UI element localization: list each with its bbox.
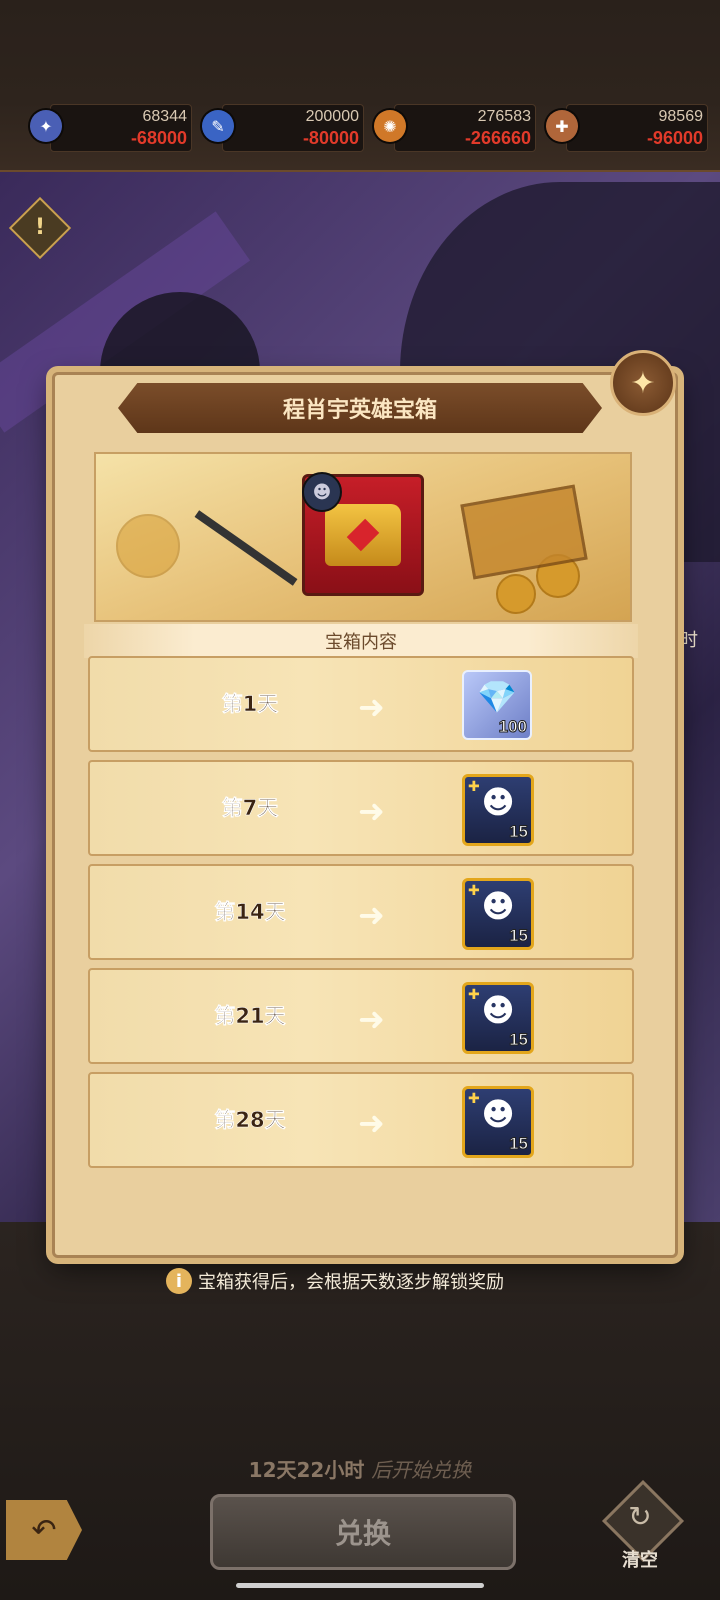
arrow-right-icon: ➜	[358, 1104, 385, 1142]
hero-fragment-icon[interactable]: ✚ ☻ 15	[462, 774, 534, 846]
close-icon: ✦	[630, 365, 656, 401]
countdown-time: 12天22小时	[248, 1458, 365, 1482]
bronze-medal-icon: ✚	[546, 110, 578, 142]
hero-avatar-icon: ☻	[302, 472, 342, 512]
gesture-bar[interactable]	[236, 1583, 484, 1588]
info-icon: i	[166, 1268, 192, 1294]
countdown-suffix: 后开始兑换	[371, 1458, 472, 1482]
arrow-right-icon: ➜	[358, 688, 385, 726]
reward-row: 第14天 ➜ ✚ ☻ 15	[88, 864, 634, 960]
resource-cost: -266660	[464, 128, 531, 148]
clear-label: 清空	[622, 1550, 658, 1571]
resource-3: ✺ 276583 -266660	[374, 104, 539, 152]
reward-day: 第7天	[221, 796, 279, 821]
clear-button[interactable]: ↻ 清空	[601, 1479, 685, 1571]
resource-1: ✦ 68344 -68000	[30, 104, 195, 152]
hero-fragment-icon[interactable]: ✚ ☻ 15	[462, 878, 534, 950]
back-arrow-icon: ↶	[31, 1512, 57, 1548]
section-header: 宝箱内容	[84, 624, 638, 658]
resource-cost: -96000	[646, 128, 703, 148]
refresh-icon: ↻	[628, 1500, 652, 1533]
reward-count: 15	[509, 926, 529, 946]
reward-count: 15	[509, 822, 529, 842]
dialog-title-banner: 程肖宇英雄宝箱	[118, 383, 602, 433]
dialog-title: 程肖宇英雄宝箱	[282, 398, 437, 423]
resource-2: ✎ 200000 -80000	[202, 104, 367, 152]
resource-amount: 98569	[658, 108, 704, 125]
resource-cost: -68000	[130, 128, 187, 148]
arrow-right-icon: ➜	[358, 792, 385, 830]
resource-4: ✚ 98569 -96000	[546, 104, 711, 152]
reward-row: 第7天 ➜ ✚ ☻ 15	[88, 760, 634, 856]
diamond-icon[interactable]: 💎 100	[462, 670, 532, 740]
arrow-right-icon: ➜	[358, 1000, 385, 1038]
tip-text: 宝箱获得后，会根据天数逐步解锁奖励	[198, 1272, 504, 1293]
reward-row: 第28天 ➜ ✚ ☻ 15	[88, 1072, 634, 1168]
reward-count: 100	[498, 717, 527, 737]
reward-row: 第21天 ➜ ✚ ☻ 15	[88, 968, 634, 1064]
exchange-button[interactable]: 兑换	[210, 1494, 516, 1570]
back-button[interactable]: ↶	[6, 1500, 82, 1560]
section-title: 宝箱内容	[325, 632, 397, 653]
reward-row: 第1天 ➜ 💎 100	[88, 656, 634, 752]
hero-fragment-icon[interactable]: ✚ ☻ 15	[462, 1086, 534, 1158]
resource-amount: 276583	[477, 108, 531, 125]
resource-amount: 68344	[142, 108, 188, 125]
reward-day: 第1天	[221, 692, 279, 717]
reward-count: 15	[509, 1134, 529, 1154]
reward-day: 第28天	[214, 1108, 286, 1133]
blue-quill-icon: ✎	[202, 110, 234, 142]
orange-coin-icon: ✺	[374, 110, 406, 142]
exchange-countdown: 12天22小时 后开始兑换	[0, 1454, 720, 1483]
exchange-label: 兑换	[334, 1517, 391, 1550]
reward-day: 第21天	[214, 1004, 286, 1029]
hero-fragment-icon[interactable]: ✚ ☻ 15	[462, 982, 534, 1054]
resource-amount: 200000	[305, 108, 359, 125]
close-button[interactable]: ✦	[610, 350, 676, 416]
info-tip: i 宝箱获得后，会根据天数逐步解锁奖励	[166, 1266, 504, 1296]
blue-medal-icon: ✦	[30, 110, 62, 142]
resource-cost: -80000	[302, 128, 359, 148]
arrow-right-icon: ➜	[358, 896, 385, 934]
reward-day: 第14天	[214, 900, 286, 925]
reward-count: 15	[509, 1030, 529, 1050]
